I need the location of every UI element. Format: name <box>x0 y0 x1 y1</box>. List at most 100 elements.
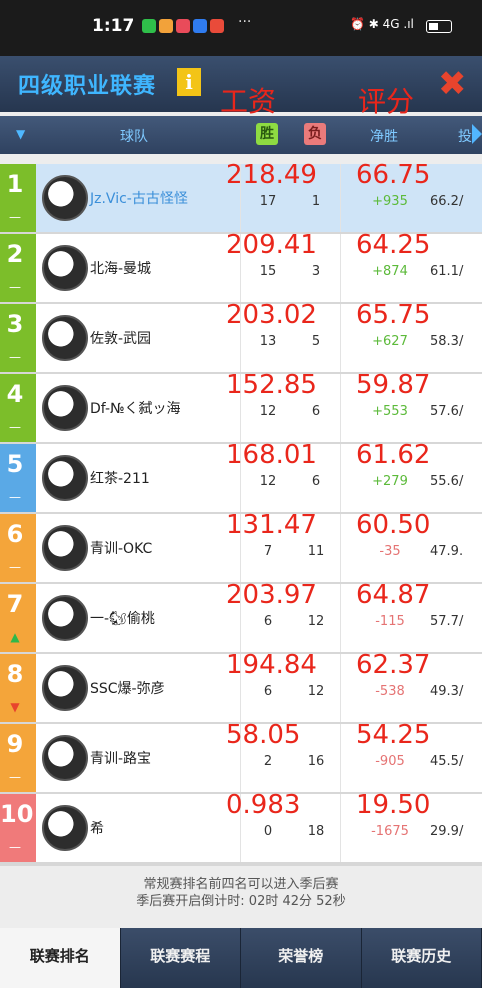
rate-value: 55.6/ <box>430 474 464 489</box>
rate-value: 57.7/ <box>430 614 464 629</box>
rank-trend-icon: — <box>9 420 21 434</box>
close-icon[interactable]: ✖ <box>438 64 467 104</box>
rank-trend-icon: — <box>9 770 21 784</box>
team-logo[interactable] <box>42 735 88 781</box>
losses-value: 5 <box>311 334 321 349</box>
rate-value: 57.6/ <box>430 404 464 419</box>
team-name[interactable]: 佐敦-武园 <box>90 328 151 348</box>
header-team[interactable]: 球队 <box>120 126 148 146</box>
team-logo[interactable] <box>42 455 88 501</box>
score-value: 66.75 <box>356 160 431 190</box>
rank-number: 5 <box>6 450 24 478</box>
rank-number: 3 <box>6 310 24 338</box>
rank-trend-icon: ▼ <box>10 700 20 714</box>
team-logo[interactable] <box>42 175 88 221</box>
rank-badge: 1— <box>0 164 36 232</box>
wins-value: 13 <box>259 334 277 349</box>
rank-badge: 2— <box>0 234 36 302</box>
playoff-notice: 常规赛排名前四名可以进入季后赛 季后赛开启倒计时: 02时 42分 52秒 <box>0 864 482 926</box>
salary-value: 203.97 <box>226 580 317 610</box>
status-time: 1:17 <box>92 16 135 36</box>
team-name[interactable]: 希 <box>90 818 104 838</box>
salary-value: 0.983 <box>226 790 301 820</box>
losses-value: 6 <box>311 474 321 489</box>
net-value: -1675 <box>371 824 409 839</box>
team-logo[interactable] <box>42 805 88 851</box>
losses-value: 1 <box>311 194 321 209</box>
team-name[interactable]: 一-🐿偷桃 <box>90 608 155 628</box>
rank-trend-icon: — <box>9 840 21 854</box>
team-logo[interactable] <box>42 245 88 291</box>
column-divider <box>340 794 341 862</box>
tab-schedule[interactable]: 联赛赛程 <box>120 928 241 988</box>
header-wins[interactable]: 胜 <box>256 123 278 145</box>
header-losses[interactable]: 负 <box>304 123 326 145</box>
sort-icon[interactable]: ▼ <box>16 127 25 141</box>
bottom-tabs: 联赛排名 联赛赛程 荣誉榜 联赛历史 <box>0 928 482 988</box>
rate-value: 58.3/ <box>430 334 464 349</box>
table-row[interactable]: 2— 北海-曼城 15 3 +874 61.1/209.41 64.25 <box>0 230 482 306</box>
tab-honors[interactable]: 荣誉榜 <box>241 928 362 988</box>
rank-trend-icon: — <box>9 350 21 364</box>
team-name[interactable]: Df-№く弑ッ海 <box>90 398 181 418</box>
salary-value: 209.41 <box>226 230 317 260</box>
scroll-right-icon[interactable] <box>472 124 482 144</box>
battery-icon <box>426 20 452 33</box>
net-value: +279 <box>372 474 408 489</box>
team-logo[interactable] <box>42 665 88 711</box>
table-row[interactable]: 6— 青训-OKC 7 11 -35 47.9. 131.47 60.50 <box>0 510 482 586</box>
net-value: +935 <box>372 194 408 209</box>
score-value: 54.25 <box>356 720 431 750</box>
table-row[interactable]: 7 ▲ 一-🐿偷桃 6 12 -115 57.7/203.97 64.87 <box>0 580 482 656</box>
team-name[interactable]: 北海-曼城 <box>90 258 151 278</box>
wins-value: 6 <box>263 614 273 629</box>
table-row[interactable]: 10 — 希 0 18 -1675 29.9/0.983 19.50 <box>0 790 482 866</box>
salary-value: 168.01 <box>226 440 317 470</box>
team-logo[interactable] <box>42 315 88 361</box>
salary-value: 218.49 <box>226 160 317 190</box>
info-icon[interactable]: i <box>177 68 201 96</box>
team-name[interactable]: 青训-OKC <box>90 538 152 558</box>
team-logo[interactable] <box>42 595 88 641</box>
column-divider <box>340 444 341 512</box>
rank-trend-icon: — <box>9 210 21 224</box>
rank-trend-icon: — <box>9 490 21 504</box>
tab-history[interactable]: 联赛历史 <box>361 928 482 988</box>
table-row[interactable]: 1— Jz.Vic-古古怪怪 17 1 +935 66.2/218.49 66.75 <box>0 160 482 236</box>
team-name[interactable]: 青训-路宝 <box>90 748 151 768</box>
table-row[interactable]: 3— 佐敦-武园 13 5 +627 58.3/203.02 65.75 <box>0 300 482 376</box>
net-value: -905 <box>375 754 405 769</box>
team-name[interactable]: Jz.Vic-古古怪怪 <box>90 188 188 208</box>
rank-badge: 10 — <box>0 794 36 862</box>
header-more[interactable]: 投 <box>458 126 472 146</box>
rank-badge: 9— <box>0 724 36 792</box>
rank-number: 4 <box>6 380 24 408</box>
losses-value: 6 <box>311 404 321 419</box>
score-value: 61.62 <box>356 440 431 470</box>
salary-label: 工资 <box>220 85 277 118</box>
rank-badge: 3— <box>0 304 36 372</box>
team-name[interactable]: 红茶-211 <box>90 468 150 488</box>
team-name[interactable]: SSC爆-弥彦 <box>90 678 165 698</box>
score-value: 65.75 <box>356 300 431 330</box>
table-row[interactable]: 4— Df-№く弑ッ海 12 6 +553 57.6/152.85 59.87 <box>0 370 482 446</box>
column-divider <box>340 374 341 442</box>
net-value: -35 <box>379 544 401 559</box>
net-value: -538 <box>375 684 405 699</box>
column-divider <box>340 304 341 372</box>
table-row[interactable]: 8 ▼ SSC爆-弥彦 6 12 -538 49.3/194.84 62.37 <box>0 650 482 726</box>
score-value: 64.25 <box>356 230 431 260</box>
score-value: 59.87 <box>356 370 431 400</box>
column-divider <box>340 234 341 302</box>
rank-trend-icon: — <box>9 280 21 294</box>
tab-standings[interactable]: 联赛排名 <box>0 928 121 988</box>
header-net[interactable]: 净胜 <box>370 126 398 146</box>
team-logo[interactable] <box>42 385 88 431</box>
table-header: ▼ 球队 胜 负 净胜 投 <box>0 116 482 154</box>
rank-badge: 7 ▲ <box>0 584 36 652</box>
app-icon <box>193 19 207 33</box>
table-row[interactable]: 5— 红茶-211 12 6 +279 55.6/168.01 61.62 <box>0 440 482 516</box>
team-logo[interactable] <box>42 525 88 571</box>
rank-number: 7 <box>6 590 24 618</box>
table-row[interactable]: 9— 青训-路宝 2 16 -905 45.5/58.05 54.25 <box>0 720 482 796</box>
